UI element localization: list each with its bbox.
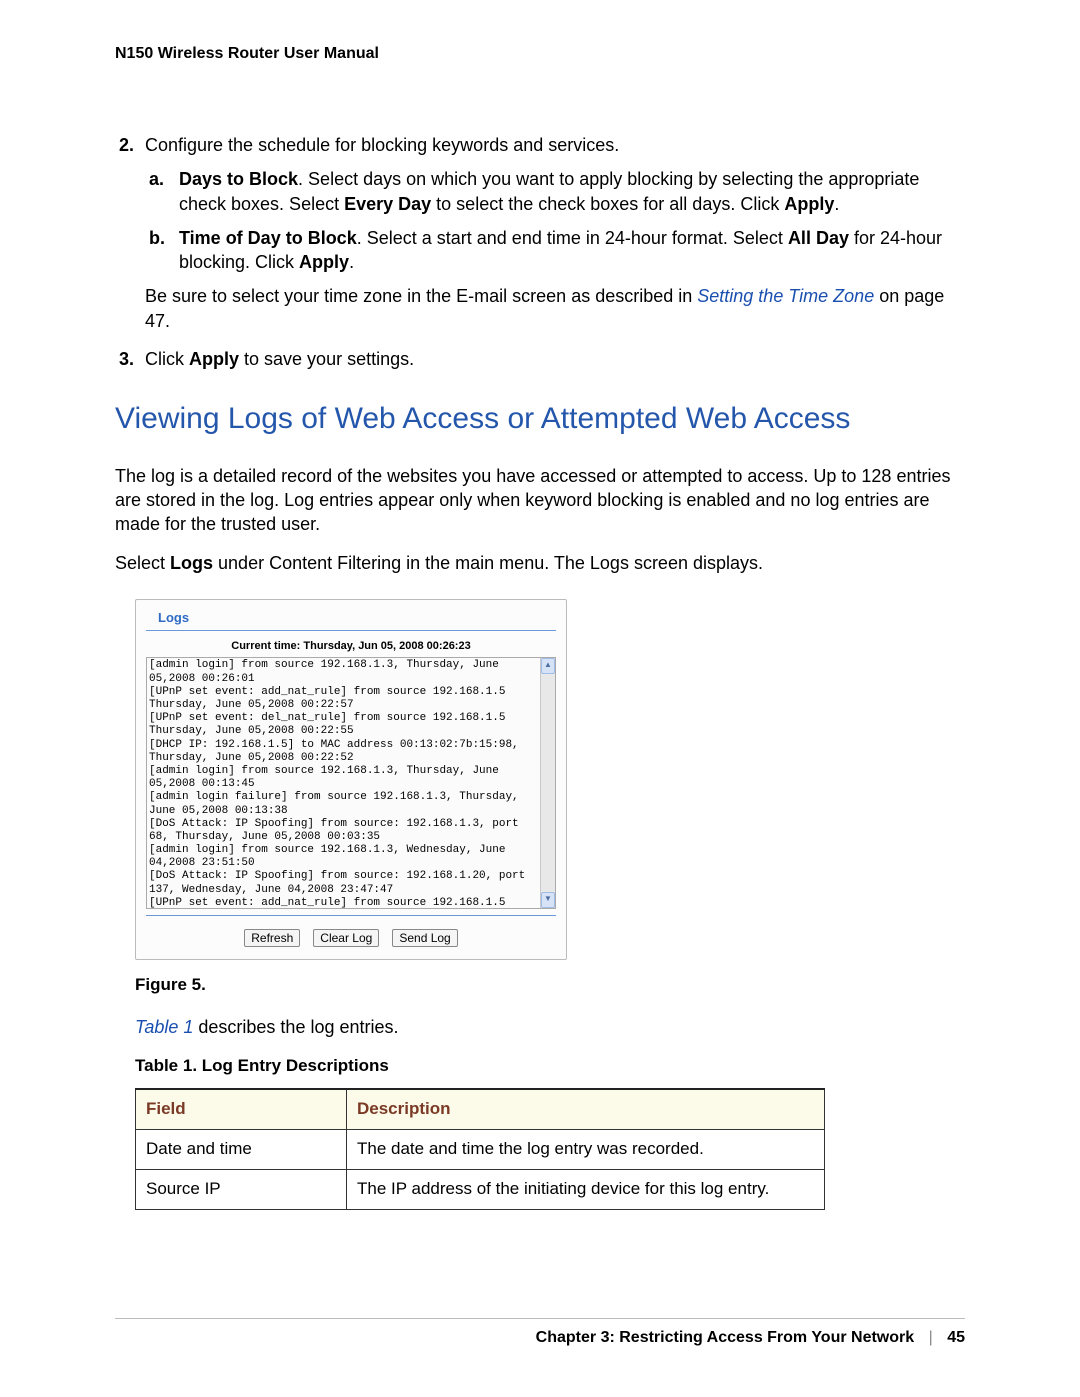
step-2a-apply: Apply (784, 194, 834, 214)
log-line: [admin login] from source 192.168.1.3, T… (149, 659, 538, 685)
th-field: Field (136, 1089, 347, 1129)
step-3-pre: Click (145, 349, 189, 369)
step-2b-period: . (349, 252, 354, 272)
cell-description: The date and time the log entry was reco… (347, 1129, 825, 1169)
step-2a-after: to select the check boxes for all days. … (431, 194, 784, 214)
logs-panel-title: Logs (146, 606, 556, 631)
step-2a-marker: a. (149, 167, 164, 191)
table-ref-post: describes the log entries. (193, 1017, 398, 1037)
step-3: 3. Click Apply to save your settings. (145, 347, 965, 371)
table-ref-link[interactable]: Table 1 (135, 1017, 193, 1037)
th-description: Description (347, 1089, 825, 1129)
section-p2-post: under Content Filtering in the main menu… (213, 553, 763, 573)
footer-separator: | (929, 1329, 933, 1346)
cell-field: Date and time (136, 1129, 347, 1169)
log-line: [UPnP set event: add_nat_rule] from sour… (149, 897, 538, 909)
table-row: Date and timeThe date and time the log e… (136, 1129, 825, 1169)
send-log-button[interactable]: Send Log (392, 929, 457, 947)
log-line: [DoS Attack: IP Spoofing] from source: 1… (149, 870, 538, 896)
logs-entries: [admin login] from source 192.168.1.3, T… (147, 658, 540, 908)
scroll-up-icon[interactable]: ▲ (541, 658, 555, 674)
table-title: Table 1. Log Entry Descriptions (135, 1055, 965, 1078)
step-2a-everyday: Every Day (344, 194, 431, 214)
step-2a-label: Days to Block (179, 169, 298, 189)
footer-page-number: 45 (947, 1329, 965, 1346)
step-2b-marker: b. (149, 226, 165, 250)
cell-description: The IP address of the initiating device … (347, 1169, 825, 1209)
log-line: [admin login] from source 192.168.1.3, W… (149, 844, 538, 870)
step-2b-apply: Apply (299, 252, 349, 272)
cell-field: Source IP (136, 1169, 347, 1209)
section-p2-pre: Select (115, 553, 170, 573)
refresh-button[interactable]: Refresh (244, 929, 300, 947)
logs-scrollbar[interactable]: ▲ ▼ (540, 658, 555, 908)
log-entry-table: Field Description Date and timeThe date … (135, 1088, 825, 1210)
log-line: [DHCP IP: 192.168.1.5] to MAC address 00… (149, 739, 538, 765)
page-footer: Chapter 3: Restricting Access From Your … (115, 1318, 965, 1347)
step-2b: b. Time of Day to Block. Select a start … (179, 226, 965, 275)
logs-current-time: Current time: Thursday, Jun 05, 2008 00:… (136, 635, 566, 658)
scroll-down-icon[interactable]: ▼ (541, 892, 555, 908)
log-line: [admin login failure] from source 192.16… (149, 791, 538, 817)
table-row: Source IPThe IP address of the initiatin… (136, 1169, 825, 1209)
timezone-pre: Be sure to select your time zone in the … (145, 286, 697, 306)
step-2-marker: 2. (119, 133, 134, 157)
doc-title: N150 Wireless Router User Manual (115, 45, 965, 63)
section-title: Viewing Logs of Web Access or Attempted … (115, 399, 965, 440)
step-2b-mid: . Select a start and end time in 24-hour… (357, 228, 788, 248)
step-3-marker: 3. (119, 347, 134, 371)
log-line: [DoS Attack: IP Spoofing] from source: 1… (149, 818, 538, 844)
timezone-note: Be sure to select your time zone in the … (145, 284, 965, 333)
timezone-link[interactable]: Setting the Time Zone (697, 286, 874, 306)
section-p2: Select Logs under Content Filtering in t… (115, 551, 965, 575)
step-2: 2. Configure the schedule for blocking k… (145, 133, 965, 333)
step-2a-period: . (834, 194, 839, 214)
logs-textarea[interactable]: [admin login] from source 192.168.1.3, T… (146, 657, 556, 909)
logs-panel: Logs Current time: Thursday, Jun 05, 200… (135, 599, 567, 960)
clear-log-button[interactable]: Clear Log (313, 929, 379, 947)
log-line: [UPnP set event: add_nat_rule] from sour… (149, 686, 538, 712)
section-p2-logs: Logs (170, 553, 213, 573)
table-reference: Table 1 describes the log entries. (135, 1015, 965, 1039)
step-2-text: Configure the schedule for blocking keyw… (145, 135, 619, 155)
log-line: [admin login] from source 192.168.1.3, T… (149, 765, 538, 791)
log-line: [UPnP set event: del_nat_rule] from sour… (149, 712, 538, 738)
section-p1: The log is a detailed record of the webs… (115, 464, 965, 537)
footer-chapter: Chapter 3: Restricting Access From Your … (536, 1329, 914, 1346)
step-2b-label: Time of Day to Block (179, 228, 357, 248)
step-3-apply: Apply (189, 349, 239, 369)
step-2a: a. Days to Block. Select days on which y… (179, 167, 965, 216)
step-3-post: to save your settings. (239, 349, 414, 369)
step-2b-allday: All Day (788, 228, 849, 248)
figure-caption: Figure 5. (135, 974, 965, 997)
